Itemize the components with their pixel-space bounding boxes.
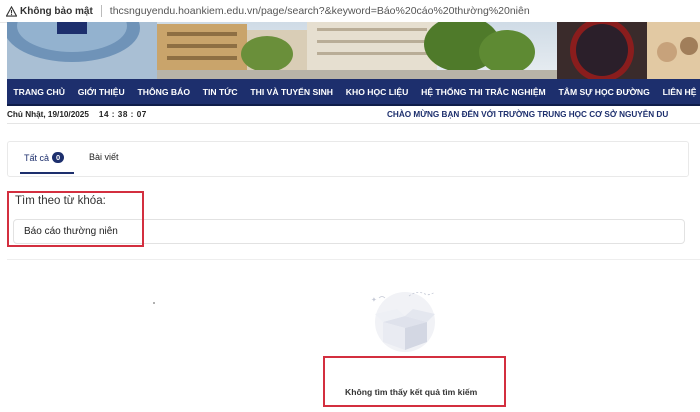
result-tabs: Tất cả 0 Bài viết bbox=[7, 141, 689, 177]
current-time: 14 : 38 : 07 bbox=[98, 110, 147, 119]
warning-icon[interactable] bbox=[6, 5, 17, 17]
url-text[interactable]: thcsnguyendu.hoankiem.edu.vn/page/search… bbox=[110, 5, 530, 17]
svg-text:✦: ✦ bbox=[371, 296, 377, 304]
nav-item-online-tests[interactable]: HỆ THỐNG THI TRẮC NGHIỆM bbox=[415, 87, 552, 97]
tab-all-count-badge: 0 bbox=[52, 152, 65, 163]
empty-box-illustration: ✦ bbox=[371, 291, 436, 352]
info-bar: Chủ Nhật, 19/10/2025 14 : 38 : 07 CHÀO M… bbox=[7, 106, 700, 124]
nav-item-resources[interactable]: KHO HỌC LIỆU bbox=[339, 87, 414, 97]
highlight-box-empty-message bbox=[323, 356, 506, 407]
section-divider bbox=[7, 259, 700, 260]
stray-dot bbox=[153, 302, 155, 304]
tab-posts-label: Bài viết bbox=[89, 152, 119, 162]
header-banner bbox=[7, 22, 700, 79]
banner-image bbox=[7, 22, 700, 79]
tab-all[interactable]: Tất cả 0 bbox=[24, 152, 65, 163]
welcome-marquee: CHÀO MỪNG BẠN ĐẾN VỚI TRƯỜNG TRUNG HỌC C… bbox=[387, 110, 669, 119]
nav-item-admissions[interactable]: THI VÀ TUYỂN SINH bbox=[244, 87, 339, 97]
highlight-box-search bbox=[7, 191, 144, 247]
nav-item-home[interactable]: TRANG CHỦ bbox=[7, 87, 71, 97]
tab-all-label: Tất cả bbox=[24, 152, 50, 163]
browser-address-bar: Không bảo mật thcsnguyendu.hoankiem.edu.… bbox=[0, 0, 700, 23]
nav-item-about[interactable]: GIỚI THIỆU bbox=[71, 87, 131, 97]
current-date: Chủ Nhật, 19/10/2025 bbox=[7, 110, 89, 119]
active-tab-indicator bbox=[20, 172, 74, 174]
nav-item-announcements[interactable]: THÔNG BÁO bbox=[131, 87, 196, 97]
security-status-label[interactable]: Không bảo mật bbox=[20, 6, 93, 17]
nav-item-contact[interactable]: LIÊN HỆ bbox=[656, 87, 700, 97]
tab-posts[interactable]: Bài viết bbox=[89, 152, 119, 162]
main-nav: TRANG CHỦ GIỚI THIỆU THÔNG BÁO TIN TỨC T… bbox=[7, 79, 700, 106]
nav-item-news[interactable]: TIN TỨC bbox=[196, 87, 244, 97]
address-divider bbox=[100, 5, 102, 17]
nav-item-school-talk[interactable]: TÂM SỰ HỌC ĐƯỜNG bbox=[552, 87, 656, 97]
